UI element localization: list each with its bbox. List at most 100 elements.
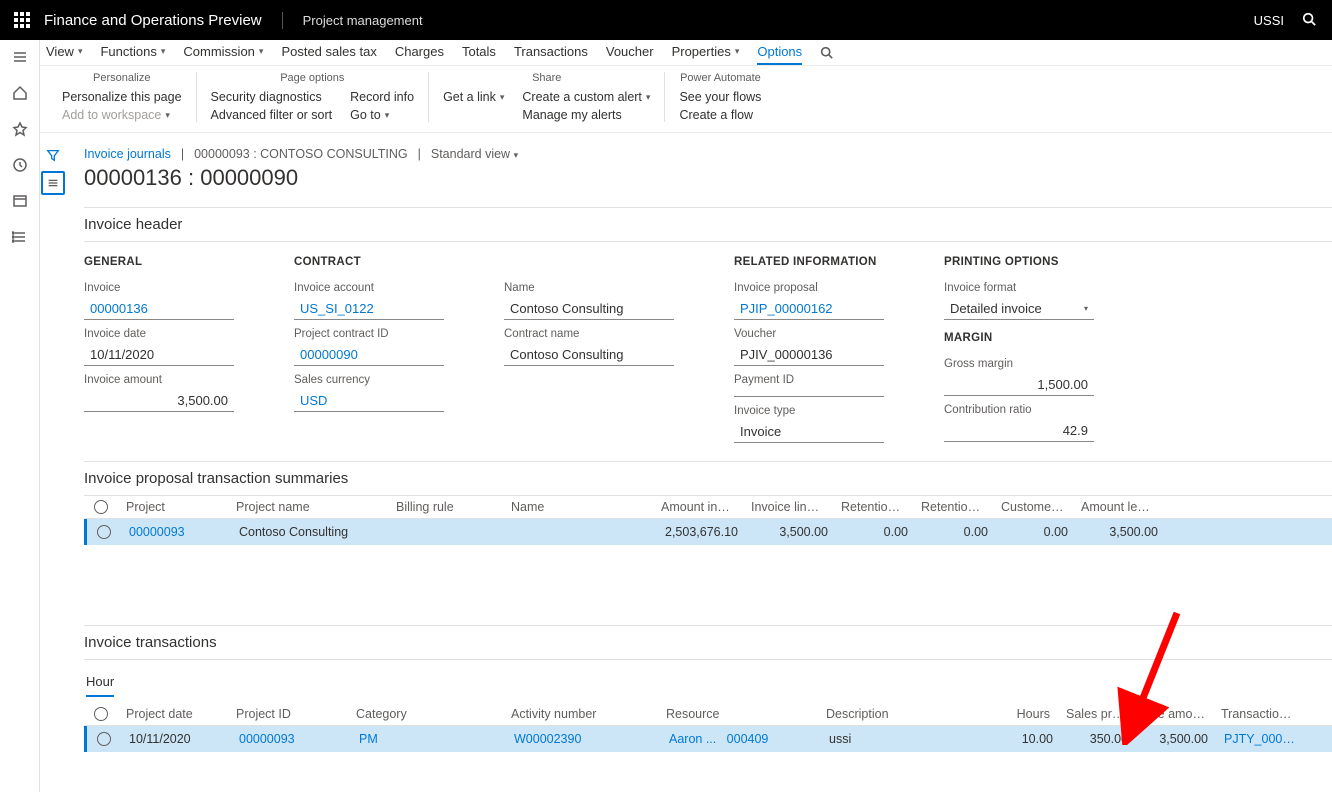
field-gross-margin[interactable]: 1,500.00 <box>944 374 1094 396</box>
breadcrumb-link[interactable]: Invoice journals <box>84 147 171 161</box>
cell-project-id[interactable]: 00000093 <box>231 732 351 746</box>
field-invoice-type[interactable]: Invoice <box>734 421 884 443</box>
col-retention-rele[interactable]: Retention rele... <box>833 500 913 514</box>
tab-view[interactable]: View▾ <box>46 40 82 65</box>
col-project[interactable]: Project <box>118 500 228 514</box>
tab-totals[interactable]: Totals <box>462 40 496 65</box>
field-payment-id[interactable] <box>734 390 884 397</box>
cell-project[interactable]: 00000093 <box>121 525 231 539</box>
cell-project-date: 10/11/2020 <box>121 732 231 746</box>
tab-hour[interactable]: Hour <box>86 670 114 697</box>
cell-resource-name[interactable]: Aaron ... <box>669 732 716 746</box>
cell-transaction-id[interactable]: PJTY_00008581 <box>1216 732 1306 746</box>
workspace-icon[interactable] <box>11 192 29 210</box>
col-description[interactable]: Description <box>818 707 998 721</box>
go-to-button[interactable]: Go to▾ <box>350 108 414 122</box>
cell-resource: Aaron ... 000409 <box>661 732 821 746</box>
main-area: View▾ Functions▾ Commission▾ Posted sale… <box>40 40 1332 792</box>
select-all-radio[interactable] <box>94 500 108 514</box>
security-diagnostics-button[interactable]: Security diagnostics <box>211 90 333 104</box>
col-amount-invoic[interactable]: Amount invoic... <box>653 500 743 514</box>
field-invoice-format[interactable]: Detailed invoice▾ <box>944 298 1094 320</box>
col-line-amount[interactable]: Line amount <box>1133 707 1213 721</box>
tab-properties[interactable]: Properties▾ <box>672 40 740 65</box>
transactions-grid: Project date Project ID Category Activit… <box>84 703 1332 752</box>
table-row[interactable]: 10/11/2020 00000093 PM W00002390 Aaron .… <box>84 726 1332 752</box>
field-invoice-amount[interactable]: 3,500.00 <box>84 390 234 412</box>
col-retention-perc[interactable]: Retention perc... <box>913 500 993 514</box>
tab-voucher[interactable]: Voucher <box>606 40 654 65</box>
col-activity-number[interactable]: Activity number <box>503 707 658 721</box>
tab-options[interactable]: Options <box>757 40 802 65</box>
col-resource[interactable]: Resource <box>658 707 818 721</box>
search-icon[interactable] <box>1302 12 1316 29</box>
field-invoice[interactable]: 00000136 <box>84 298 234 320</box>
cell-activity-number[interactable]: W00002390 <box>506 732 661 746</box>
table-row[interactable]: 00000093 Contoso Consulting 2,503,676.10… <box>84 519 1332 545</box>
create-flow-button[interactable]: Create a flow <box>679 108 761 122</box>
command-search-icon[interactable] <box>820 42 833 65</box>
tab-transactions[interactable]: Transactions <box>514 40 588 65</box>
field-invoice-date[interactable]: 10/11/2020 <box>84 344 234 366</box>
tab-posted-sales-tax[interactable]: Posted sales tax <box>281 40 376 65</box>
legal-entity[interactable]: USSI <box>1254 13 1284 28</box>
col-project-id[interactable]: Project ID <box>228 707 348 721</box>
label-name: Name <box>504 282 674 294</box>
col-category[interactable]: Category <box>348 707 503 721</box>
row-radio[interactable] <box>97 525 111 539</box>
module-icon[interactable] <box>11 228 29 246</box>
field-invoice-proposal[interactable]: PJIP_00000162 <box>734 298 884 320</box>
record-info-button[interactable]: Record info <box>350 90 414 104</box>
advanced-filter-button[interactable]: Advanced filter or sort <box>211 108 333 122</box>
field-voucher[interactable]: PJIV_00000136 <box>734 344 884 366</box>
ribbon-group-title: Page options <box>211 72 415 84</box>
field-invoice-account[interactable]: US_SI_0122 <box>294 298 444 320</box>
filter-icon[interactable] <box>41 143 65 167</box>
section-invoice-header[interactable]: Invoice header <box>84 207 1332 242</box>
col-invoice-line-am[interactable]: Invoice line am... <box>743 500 833 514</box>
home-icon[interactable] <box>11 84 29 102</box>
create-custom-alert-button[interactable]: Create a custom alert▾ <box>522 90 650 104</box>
command-bar: View▾ Functions▾ Commission▾ Posted sale… <box>40 40 1332 66</box>
cell-category[interactable]: PM <box>351 732 506 746</box>
col-hours[interactable]: Hours <box>998 707 1058 721</box>
breadcrumb-record: 00000093 : CONTOSO CONSULTING <box>194 147 408 161</box>
ribbon-group-share: Share Get a link▾ Create a custom alert▾… <box>429 72 665 122</box>
field-sales-currency[interactable]: USD <box>294 390 444 412</box>
field-contribution-ratio[interactable]: 42.9 <box>944 420 1094 442</box>
manage-alerts-button[interactable]: Manage my alerts <box>522 108 650 122</box>
section-summaries[interactable]: Invoice proposal transaction summaries <box>84 461 1332 496</box>
field-project-contract-id[interactable]: 00000090 <box>294 344 444 366</box>
label-invoice-format: Invoice format <box>944 282 1094 294</box>
field-contract-name[interactable]: Contoso Consulting <box>504 344 674 366</box>
left-nav-rail <box>0 40 40 792</box>
get-link-button[interactable]: Get a link▾ <box>443 90 504 104</box>
tab-functions[interactable]: Functions▾ <box>100 40 165 65</box>
hamburger-icon[interactable] <box>11 48 29 66</box>
col-customer-retai[interactable]: Customer retai... <box>993 500 1073 514</box>
col-billing-rule[interactable]: Billing rule <box>388 500 503 514</box>
list-view-icon[interactable] <box>41 171 65 195</box>
module-title[interactable]: Project management <box>283 13 423 28</box>
select-all-radio[interactable] <box>94 707 108 721</box>
tab-commission[interactable]: Commission▾ <box>183 40 263 65</box>
see-flows-button[interactable]: See your flows <box>679 90 761 104</box>
cell-resource-id[interactable]: 000409 <box>727 732 769 746</box>
col-sales-price[interactable]: Sales price <box>1058 707 1133 721</box>
col-amount-less-re[interactable]: Amount less re... <box>1073 500 1163 514</box>
col-transaction-id[interactable]: Transaction ID <box>1213 707 1303 721</box>
row-radio[interactable] <box>97 732 111 746</box>
star-icon[interactable] <box>11 120 29 138</box>
breadcrumb-view[interactable]: Standard view ▾ <box>431 147 518 161</box>
waffle-icon[interactable] <box>14 12 30 28</box>
app-topbar: Finance and Operations Preview Project m… <box>0 0 1332 40</box>
personalize-page-button[interactable]: Personalize this page <box>62 90 182 104</box>
add-to-workspace-button[interactable]: Add to workspace▾ <box>62 108 182 122</box>
col-project-date[interactable]: Project date <box>118 707 228 721</box>
section-transactions[interactable]: Invoice transactions <box>84 625 1332 660</box>
tab-charges[interactable]: Charges <box>395 40 444 65</box>
col-project-name[interactable]: Project name <box>228 500 388 514</box>
col-name[interactable]: Name <box>503 500 653 514</box>
field-name[interactable]: Contoso Consulting <box>504 298 674 320</box>
recent-icon[interactable] <box>11 156 29 174</box>
